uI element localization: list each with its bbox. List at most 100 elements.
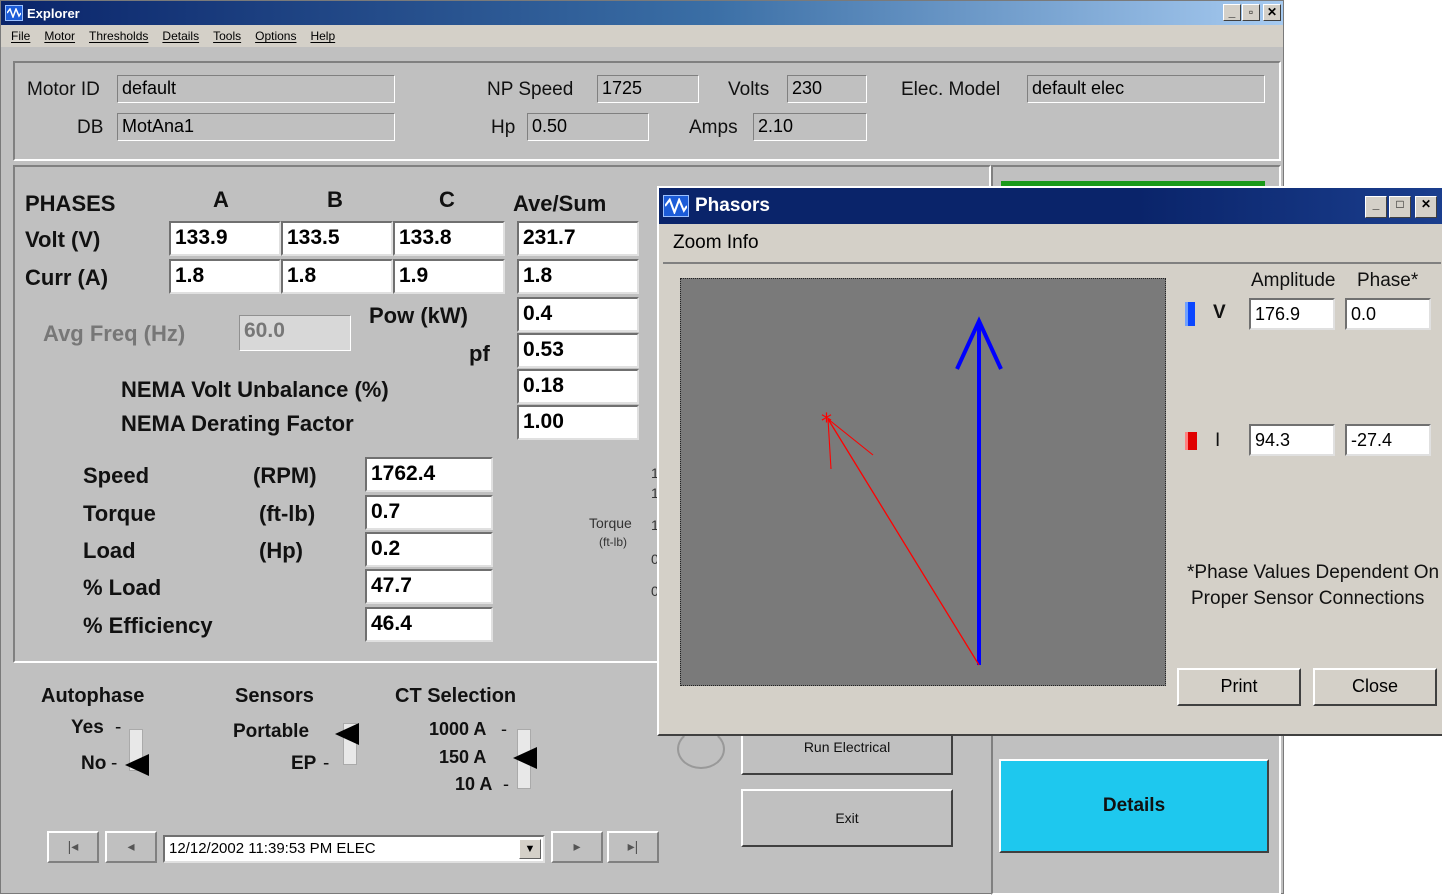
load-unit: (Hp) [259, 538, 303, 563]
pct-load-value: 47.7 [365, 569, 493, 604]
current-phasor-arrowhead-right [827, 418, 874, 456]
phasors-zoom-info-menu[interactable]: Zoom Info [673, 232, 759, 254]
hp-label: Hp [491, 117, 516, 138]
next-record-button[interactable]: ▸ [551, 831, 603, 863]
print-button[interactable]: Print [1177, 668, 1301, 706]
speed-label: Speed [83, 463, 150, 488]
amplitude-header: Amplitude [1251, 270, 1336, 291]
elec-model-label: Elec. Model [901, 79, 1001, 100]
phasor-diagram: * [821, 316, 1003, 666]
pct-efficiency-value: 46.4 [365, 607, 493, 642]
close-window-button[interactable]: ✕ [1263, 4, 1281, 21]
pow-value: 0.4 [517, 297, 639, 332]
record-select[interactable]: 12/12/2002 11:39:53 PM ELEC ▼ [163, 835, 545, 863]
close-button[interactable]: Close [1313, 668, 1437, 706]
record-select-value: 12/12/2002 11:39:53 PM ELEC [169, 840, 376, 857]
motor-id-label: Motor ID [27, 79, 100, 100]
autophase-yes-label: Yes [71, 717, 104, 738]
phasors-minimize-button[interactable]: _ [1365, 196, 1387, 218]
phasors-dialog: Phasors _ □ ✕ Zoom Info * Amplitude Phas… [657, 186, 1442, 736]
exit-button[interactable]: Exit [741, 789, 953, 847]
volts-field[interactable]: 230 [787, 75, 867, 103]
ct-10-tick: - [503, 774, 509, 794]
menu-file[interactable]: File [11, 29, 30, 43]
autophase-heading: Autophase [41, 685, 145, 707]
phasors-titlebar[interactable]: Phasors _ □ ✕ [659, 188, 1442, 224]
menu-help[interactable]: Help [310, 29, 335, 43]
autophase-no-label: No [81, 753, 107, 774]
nema-derating-label: NEMA Derating Factor [121, 411, 354, 436]
sensors-ep-tick: - [323, 753, 330, 774]
torque-value: 0.7 [365, 495, 493, 530]
menu-motor[interactable]: Motor [44, 29, 75, 43]
current-amplitude-field[interactable]: 94.3 [1249, 424, 1335, 456]
voltage-color-swatch [1185, 302, 1195, 326]
phase-b-header: B [327, 187, 343, 212]
last-record-button[interactable]: ▸| [607, 831, 659, 863]
nema-derating-value: 1.00 [517, 405, 639, 440]
sensors-pointer-icon[interactable] [335, 723, 359, 745]
ct-selection-pointer-icon[interactable] [513, 747, 537, 769]
avg-freq-value: 60.0 [239, 315, 351, 351]
phase-note-line-1: *Phase Values Dependent On [1187, 562, 1440, 583]
volt-row-label: Volt (V) [25, 227, 101, 252]
curr-row-label: Curr (A) [25, 265, 109, 290]
menu-tools[interactable]: Tools [213, 29, 241, 43]
elec-model-field[interactable]: default elec [1027, 75, 1265, 103]
volt-phase-b: 133.5 [281, 221, 393, 256]
phase-note-line-2: Proper Sensor Connections [1191, 588, 1425, 609]
ct-1000-tick: - [501, 719, 507, 739]
volts-label: Volts [728, 79, 770, 100]
restore-button[interactable]: ▫ [1242, 4, 1260, 21]
phases-heading: PHASES [25, 191, 116, 216]
current-phase-field[interactable]: -27.4 [1345, 424, 1431, 456]
phasors-title: Phasors [695, 195, 770, 216]
phasors-maximize-button[interactable]: □ [1389, 196, 1411, 218]
menu-details[interactable]: Details [162, 29, 199, 43]
details-button[interactable]: Details [999, 759, 1269, 853]
minimize-button[interactable]: _ [1223, 4, 1241, 21]
voltage-phase-field[interactable]: 0.0 [1345, 298, 1431, 330]
current-label: I [1215, 430, 1221, 451]
np-speed-label: NP Speed [487, 79, 574, 100]
volt-phase-a: 133.9 [169, 221, 281, 256]
phase-a-header: A [213, 187, 229, 212]
phasors-close-x-button[interactable]: ✕ [1415, 196, 1437, 218]
torque-axis-unit: (ft-lb) [599, 535, 627, 549]
exit-label: Exit [835, 810, 859, 826]
amps-field[interactable]: 2.10 [753, 113, 867, 141]
pct-load-label: % Load [83, 575, 162, 600]
sensors-heading: Sensors [235, 685, 314, 707]
speed-unit: (RPM) [253, 463, 317, 488]
voltage-amplitude-field[interactable]: 176.9 [1249, 298, 1335, 330]
hp-field[interactable]: 0.50 [527, 113, 649, 141]
menu-thresholds[interactable]: Thresholds [89, 29, 148, 43]
app-waveform-icon [5, 5, 23, 21]
dropdown-arrow-icon[interactable]: ▼ [519, 839, 541, 859]
first-record-button[interactable]: |◂ [47, 831, 99, 863]
db-label: DB [77, 117, 104, 138]
speed-value: 1762.4 [365, 457, 493, 492]
phasors-menu-divider [663, 262, 1441, 264]
menu-options[interactable]: Options [255, 29, 296, 43]
curr-phase-a: 1.8 [169, 259, 281, 294]
run-electrical-label: Run Electrical [803, 739, 891, 755]
ave-sum-header: Ave/Sum [513, 191, 607, 216]
autophase-pointer-icon[interactable] [125, 754, 149, 776]
load-value: 0.2 [365, 532, 493, 567]
volt-phase-c: 133.8 [393, 221, 505, 256]
current-color-swatch [1185, 432, 1197, 450]
ct-selection-heading: CT Selection [395, 685, 517, 707]
main-titlebar[interactable]: Explorer _ ▫ ✕ [1, 1, 1283, 25]
voltage-label: V [1213, 302, 1226, 323]
phasor-plot: * [680, 278, 1166, 686]
prev-record-button[interactable]: ◂ [105, 831, 157, 863]
np-speed-field[interactable]: 1725 [597, 75, 699, 103]
sensors-ep-label: EP [291, 753, 317, 774]
motor-id-field[interactable]: default [117, 75, 395, 103]
autophase-yes-tick: - [115, 717, 122, 738]
pct-efficiency-label: % Efficiency [83, 613, 213, 638]
curr-average: 1.8 [517, 259, 639, 294]
ct-150-label: 150 A [439, 747, 487, 767]
db-field[interactable]: MotAna1 [117, 113, 395, 141]
